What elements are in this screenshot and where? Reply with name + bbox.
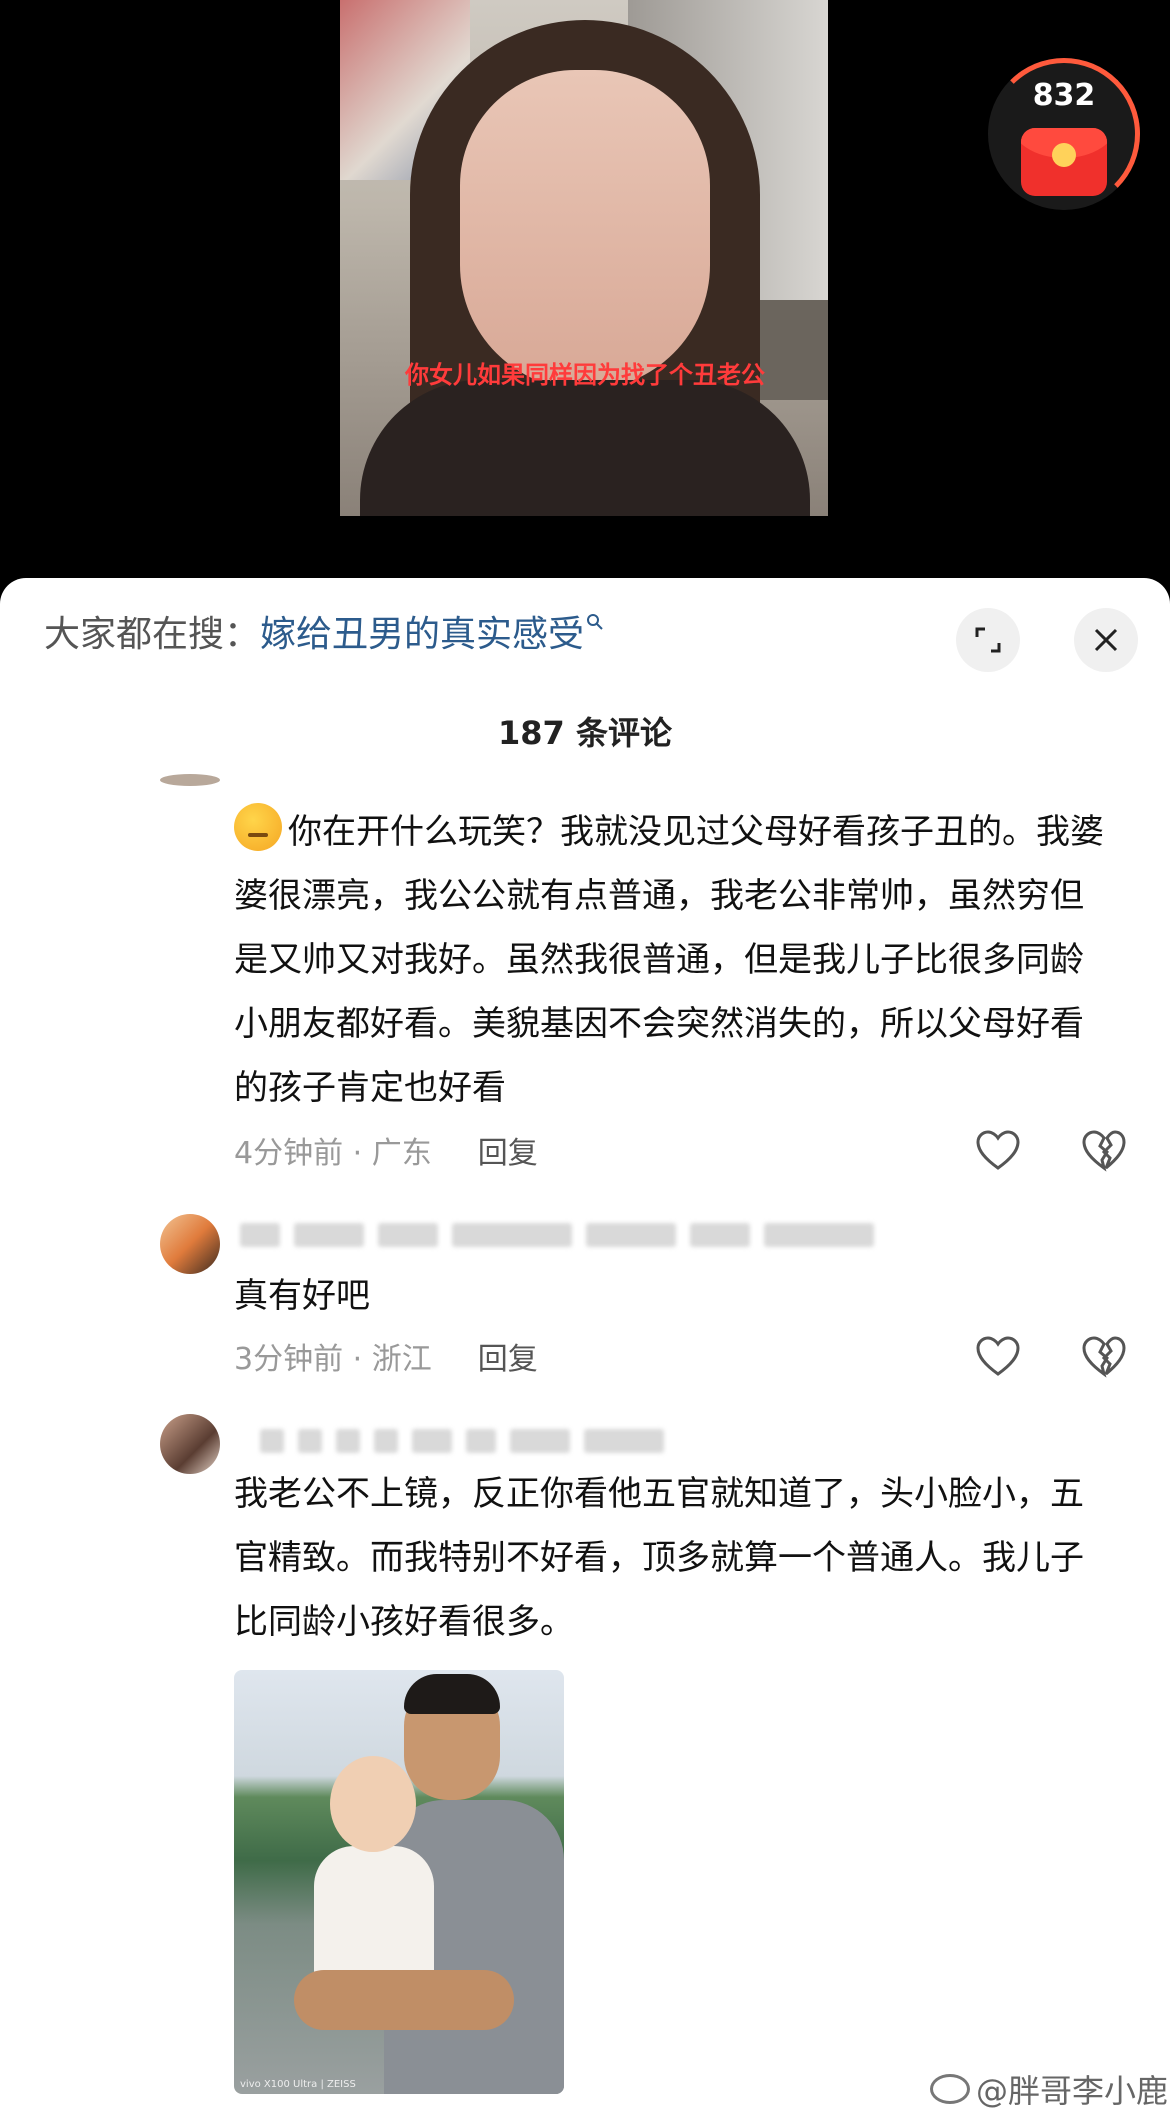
watermark-text: @胖哥李小鹿 (976, 2072, 1169, 2110)
comment-time-location: 3分钟前 · 浙江 (234, 1342, 432, 1377)
reply-button[interactable]: 回复 (478, 1128, 538, 1172)
avatar[interactable] (160, 1214, 220, 1274)
broken-heart-icon[interactable] (1080, 1128, 1128, 1172)
redpacket-icon (1021, 128, 1107, 196)
redpacket-widget[interactable]: 832 (988, 58, 1140, 210)
redpacket-count: 832 (1032, 78, 1096, 113)
reply-button[interactable]: 回复 (478, 1334, 538, 1378)
watermark: @胖哥李小鹿 (930, 2066, 1168, 2112)
video-subtitle: 你女儿如果同样因为找了个丑老公 (405, 361, 765, 389)
trending-search[interactable]: 大家都在搜： 嫁给丑男的真实感受 (44, 610, 604, 660)
comment-sheet: 大家都在搜： 嫁给丑男的真实感受 187 条评论 你在开什么玩笑？我就没见过父母… (0, 578, 1170, 2115)
close-button[interactable] (1074, 608, 1138, 672)
video-player[interactable]: 你女儿如果同样因为找了个丑老公 832 (0, 0, 1170, 590)
photo-exif-caption: vivo X100 Ultra | ZEISS (240, 2079, 356, 2090)
video-frame[interactable]: 你女儿如果同样因为找了个丑老公 (340, 0, 828, 516)
username-redacted (240, 1218, 874, 1252)
username-redacted (260, 1424, 664, 1458)
heart-icon[interactable] (974, 1128, 1022, 1172)
avatar[interactable] (160, 1414, 220, 1474)
avatar[interactable] (160, 774, 220, 786)
expand-button[interactable] (956, 608, 1020, 672)
weibo-logo-icon (930, 2074, 970, 2104)
comment-text: 你在开什么玩笑？我就没见过父母好看孩子丑的。我婆婆很漂亮，我公公就有点普通，我老… (234, 800, 1114, 1120)
comment-meta: 4分钟前 · 广东 回复 (234, 1128, 538, 1172)
trending-search-prefix: 大家都在搜： (44, 614, 261, 655)
comment-meta: 3分钟前 · 浙江 回复 (234, 1334, 538, 1378)
trending-search-term[interactable]: 嫁给丑男的真实感受 (260, 610, 584, 660)
comment-photo[interactable]: vivo X100 Ultra | ZEISS (234, 1670, 564, 2094)
comment-text: 真有好吧 (234, 1276, 370, 1316)
heart-icon[interactable] (974, 1334, 1022, 1378)
person-face (460, 70, 710, 390)
annoyed-emoji-icon (234, 803, 282, 851)
search-mini-icon (586, 600, 604, 650)
close-icon (1094, 628, 1118, 652)
comment-count: 187 条评论 (498, 714, 672, 752)
comment-time-location: 4分钟前 · 广东 (234, 1136, 432, 1171)
expand-icon (975, 627, 1001, 653)
comment-text: 我老公不上镜，反正你看他五官就知道了，头小脸小，五官精致。而我特别不好看，顶多就… (234, 1474, 1084, 1642)
person-shirt (360, 380, 810, 516)
broken-heart-icon[interactable] (1080, 1334, 1128, 1378)
